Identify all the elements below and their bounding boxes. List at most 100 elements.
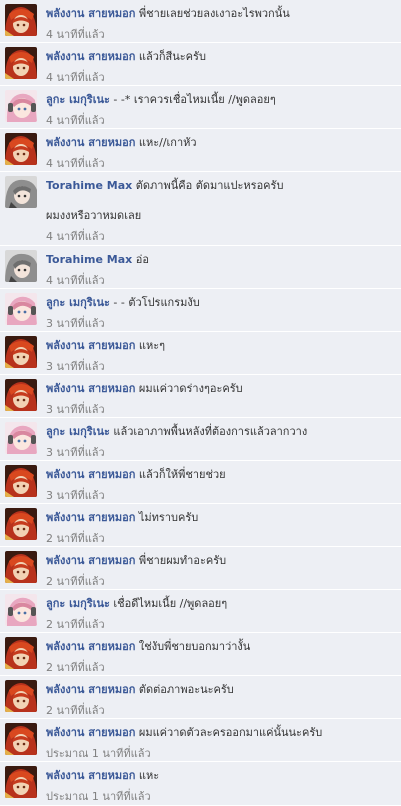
comment-body: พลังงาน สายหมอก พี่ชายผมทำอะครับ 2 นาทีที…: [46, 551, 397, 590]
avatar-red-hair-character[interactable]: [5, 465, 37, 497]
comment-body: พลังงาน สายหมอก พี่ชายเลยช่วยลงเงาอะไรพว…: [46, 4, 397, 43]
comment-body: ลูกะ เมกุริเนะ เชื่อดีไหมเนี้ย //พูดลอยๆ…: [46, 594, 397, 633]
comment-timestamp[interactable]: 4 นาทีที่แล้ว: [46, 68, 397, 86]
comment-line: Torahime Max ตัดภาพนี้คือ ตัดมาแปะหรอครั…: [46, 176, 397, 194]
comment-line: พลังงาน สายหมอก ผมแค่วาดร่างๆอะครับ: [46, 379, 397, 397]
comment-timestamp[interactable]: 4 นาทีที่แล้ว: [46, 111, 397, 129]
comment-line: ลูกะ เมกุริเนะ - - ตัวโปรแกรมงับ: [46, 293, 397, 311]
comment-body: พลังงาน สายหมอก แล้วก็ให้พี่ชายช่วย 3 นาท…: [46, 465, 397, 504]
comment-text: ตัดภาพนี้คือ ตัดมาแปะหรอครับ: [135, 179, 284, 192]
avatar-red-hair-character[interactable]: [5, 508, 37, 540]
avatar-gray-hair-character[interactable]: [5, 250, 37, 282]
comment-timestamp[interactable]: 2 นาทีที่แล้ว: [46, 658, 397, 676]
comment-author-link[interactable]: ลูกะ เมกุริเนะ: [46, 296, 110, 309]
comment-author-link[interactable]: ลูกะ เมกุริเนะ: [46, 597, 110, 610]
comment-item: พลังงาน สายหมอก ตัดต่อภาพอะนะครับ 2 นาทีท…: [0, 676, 401, 719]
avatar-pink-hair-headphones[interactable]: [5, 90, 37, 122]
comment-timestamp[interactable]: ประมาณ 1 นาทีที่แล้ว: [46, 744, 397, 762]
comment-item: พลังงาน สายหมอก แหะๆ 3 นาทีที่แล้ว: [0, 332, 401, 375]
comment-author-link[interactable]: พลังงาน สายหมอก: [46, 468, 135, 481]
avatar-pink-hair-headphones[interactable]: [5, 422, 37, 454]
comment-line: พลังงาน สายหมอก ใช่งับพี่ชายบอกมาว่างั้น: [46, 637, 397, 655]
comment-line: พลังงาน สายหมอก ผมแค่วาดตัวละครออกมาแค่น…: [46, 723, 397, 741]
comment-body: ลูกะ เมกุริเนะ แล้วเอาภาพพื้นหลังที่ต้อง…: [46, 422, 397, 461]
comment-text: - -* เราควรเชื่อไหมเนี้ย //พูดลอยๆ: [113, 93, 276, 106]
comment-item: ลูกะ เมกุริเนะ แล้วเอาภาพพื้นหลังที่ต้อง…: [0, 418, 401, 461]
comment-timestamp[interactable]: 4 นาทีที่แล้ว: [46, 271, 397, 289]
comment-timestamp[interactable]: 2 นาทีที่แล้ว: [46, 572, 397, 590]
comment-item: Torahime Max อ่อ 4 นาทีที่แล้ว: [0, 246, 401, 289]
comment-item: พลังงาน สายหมอก ไม่ทราบครับ 2 นาทีที่แล้ว: [0, 504, 401, 547]
comment-body: พลังงาน สายหมอก ผมแค่วาดร่างๆอะครับ 3 นาท…: [46, 379, 397, 418]
comment-item: พลังงาน สายหมอก ผมแค่วาดตัวละครออกมาแค่น…: [0, 719, 401, 762]
comment-item: ลูกะ เมกุริเนะ - - ตัวโปรแกรมงับ 3 นาทีที…: [0, 289, 401, 332]
comment-author-link[interactable]: พลังงาน สายหมอก: [46, 7, 135, 20]
comment-body: พลังงาน สายหมอก ตัดต่อภาพอะนะครับ 2 นาทีท…: [46, 680, 397, 719]
comment-line: พลังงาน สายหมอก แหะๆ: [46, 336, 397, 354]
comment-text: แหะ: [138, 769, 160, 782]
comment-item: พลังงาน สายหมอก พี่ชายผมทำอะครับ 2 นาทีที…: [0, 547, 401, 590]
avatar-red-hair-character[interactable]: [5, 766, 37, 798]
comment-author-link[interactable]: พลังงาน สายหมอก: [46, 50, 135, 63]
comment-item: พลังงาน สายหมอก แหะ//เกาหัว 4 นาทีที่แล้ว: [0, 129, 401, 172]
comment-timestamp[interactable]: 2 นาทีที่แล้ว: [46, 615, 397, 633]
comment-item: Torahime Max ตัดภาพนี้คือ ตัดมาแปะหรอครั…: [0, 172, 401, 246]
comment-timestamp[interactable]: 3 นาทีที่แล้ว: [46, 400, 397, 418]
comment-author-link[interactable]: พลังงาน สายหมอก: [46, 382, 135, 395]
comment-text: ไม่ทราบครับ: [138, 511, 199, 524]
comment-timestamp[interactable]: 3 นาทีที่แล้ว: [46, 443, 397, 461]
comment-author-link[interactable]: พลังงาน สายหมอก: [46, 511, 135, 524]
comment-timestamp[interactable]: ประมาณ 1 นาทีที่แล้ว: [46, 787, 397, 805]
avatar-red-hair-character[interactable]: [5, 336, 37, 368]
comment-item: พลังงาน สายหมอก พี่ชายเลยช่วยลงเงาอะไรพว…: [0, 0, 401, 43]
comment-line: ลูกะ เมกุริเนะ - -* เราควรเชื่อไหมเนี้ย …: [46, 90, 397, 108]
avatar-red-hair-character[interactable]: [5, 723, 37, 755]
comment-timestamp[interactable]: 3 นาทีที่แล้ว: [46, 357, 397, 375]
avatar-pink-hair-headphones[interactable]: [5, 594, 37, 626]
comment-author-link[interactable]: ลูกะ เมกุริเนะ: [46, 93, 110, 106]
comment-timestamp[interactable]: 3 นาทีที่แล้ว: [46, 486, 397, 504]
comment-author-link[interactable]: พลังงาน สายหมอก: [46, 683, 135, 696]
avatar-gray-hair-character[interactable]: [5, 176, 37, 208]
comment-item: ลูกะ เมกุริเนะ - -* เราควรเชื่อไหมเนี้ย …: [0, 86, 401, 129]
comment-author-link[interactable]: พลังงาน สายหมอก: [46, 726, 135, 739]
comment-body: ลูกะ เมกุริเนะ - -* เราควรเชื่อไหมเนี้ย …: [46, 90, 397, 129]
comment-timestamp[interactable]: 3 นาทีที่แล้ว: [46, 314, 397, 332]
comment-text: เชื่อดีไหมเนี้ย //พูดลอยๆ: [113, 597, 228, 610]
avatar-red-hair-character[interactable]: [5, 47, 37, 79]
comment-author-link[interactable]: พลังงาน สายหมอก: [46, 769, 135, 782]
comment-timestamp[interactable]: 2 นาทีที่แล้ว: [46, 529, 397, 547]
comment-text: แหะๆ: [138, 339, 166, 352]
comment-body: พลังงาน สายหมอก ใช่งับพี่ชายบอกมาว่างั้น…: [46, 637, 397, 676]
comment-text: - - ตัวโปรแกรมงับ: [113, 296, 200, 309]
comment-text: แล้วเอาภาพพื้นหลังที่ต้องการแล้วลากวาง: [113, 425, 308, 438]
avatar-red-hair-character[interactable]: [5, 133, 37, 165]
avatar-pink-hair-headphones[interactable]: [5, 293, 37, 325]
comment-item: ลูกะ เมกุริเนะ เชื่อดีไหมเนี้ย //พูดลอยๆ…: [0, 590, 401, 633]
comment-body: พลังงาน สายหมอก แหะประมาณ 1 นาทีที่แล้ว: [46, 766, 397, 805]
avatar-red-hair-character[interactable]: [5, 637, 37, 669]
avatar-red-hair-character[interactable]: [5, 4, 37, 36]
comment-author-link[interactable]: พลังงาน สายหมอก: [46, 640, 135, 653]
comment-author-link[interactable]: พลังงาน สายหมอก: [46, 554, 135, 567]
avatar-red-hair-character[interactable]: [5, 379, 37, 411]
comment-author-link[interactable]: Torahime Max: [46, 179, 132, 192]
comment-timestamp[interactable]: 4 นาทีที่แล้ว: [46, 154, 397, 172]
comment-line: พลังงาน สายหมอก แล้วก็สีนะครับ: [46, 47, 397, 65]
comment-timestamp[interactable]: 2 นาทีที่แล้ว: [46, 701, 397, 719]
avatar-red-hair-character[interactable]: [5, 680, 37, 712]
comment-timestamp[interactable]: 4 นาทีที่แล้ว: [46, 25, 397, 43]
comment-author-link[interactable]: ลูกะ เมกุริเนะ: [46, 425, 110, 438]
comment-timestamp[interactable]: 4 นาทีที่แล้ว: [46, 227, 397, 245]
comment-text: อ่อ: [135, 253, 149, 266]
comment-author-link[interactable]: พลังงาน สายหมอก: [46, 339, 135, 352]
comment-item: พลังงาน สายหมอก แล้วก็ให้พี่ชายช่วย 3 นาท…: [0, 461, 401, 504]
comment-author-link[interactable]: Torahime Max: [46, 253, 132, 266]
comment-line: พลังงาน สายหมอก พี่ชายผมทำอะครับ: [46, 551, 397, 569]
comment-text: แหะ//เกาหัว: [138, 136, 197, 149]
comment-item: พลังงาน สายหมอก แล้วก็สีนะครับ 4 นาทีที่แ…: [0, 43, 401, 86]
comment-author-link[interactable]: พลังงาน สายหมอก: [46, 136, 135, 149]
comment-line: ลูกะ เมกุริเนะ เชื่อดีไหมเนี้ย //พูดลอยๆ: [46, 594, 397, 612]
comment-line: พลังงาน สายหมอก ตัดต่อภาพอะนะครับ: [46, 680, 397, 698]
avatar-red-hair-character[interactable]: [5, 551, 37, 583]
